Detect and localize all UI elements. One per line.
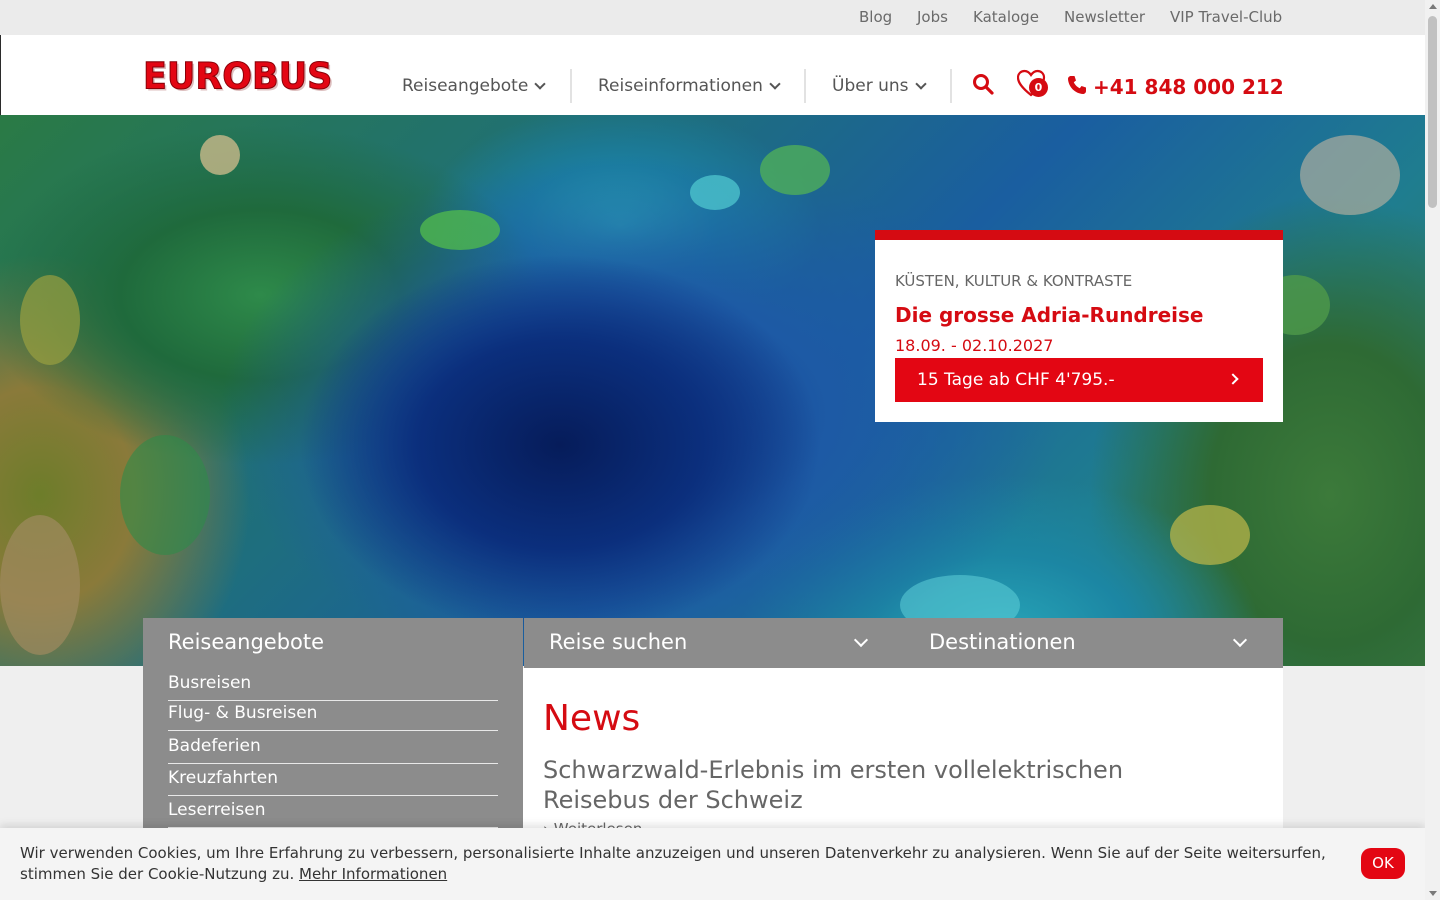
scroll-down-icon[interactable]	[1429, 891, 1437, 896]
page-scrollbar[interactable]	[1425, 0, 1440, 900]
chevron-down-icon	[853, 632, 869, 648]
chevron-right-icon	[1227, 373, 1239, 385]
tab-destinationen[interactable]: Destinationen	[904, 618, 1283, 668]
utility-bar: Blog Jobs Kataloge Newsletter VIP Travel…	[0, 0, 1425, 35]
news-heading: News	[543, 698, 641, 739]
cookie-banner: Wir verwenden Cookies, um Ihre Erfahrung…	[0, 828, 1425, 900]
chevron-down-icon	[914, 77, 927, 90]
tab-label: Reise suchen	[549, 630, 688, 654]
promo-card: KÜSTEN, KULTUR & KONTRASTE Die grosse Ad…	[875, 230, 1283, 422]
chevron-down-icon	[769, 77, 781, 90]
scrollbar-thumb[interactable]	[1428, 16, 1437, 208]
topbar-link-kataloge[interactable]: Kataloge	[973, 8, 1039, 26]
offer-item-badeferien[interactable]: Badeferien	[168, 731, 498, 764]
topbar-link-blog[interactable]: Blog	[859, 8, 892, 26]
nav-divider	[950, 69, 952, 103]
chevron-down-icon	[1232, 632, 1248, 648]
eurobus-logo[interactable]: EUROBUS	[142, 55, 332, 98]
wishlist-count-badge: 0	[1029, 78, 1048, 97]
promo-date: 18.09. - 02.10.2027	[895, 336, 1054, 355]
nav-ueber-uns[interactable]: Über uns	[832, 76, 927, 96]
offer-item-kreuzfahrten[interactable]: Kreuzfahrten	[168, 763, 498, 796]
promo-title[interactable]: Die grosse Adria-Rundreise	[895, 303, 1204, 327]
chevron-down-icon	[534, 77, 546, 90]
nav-label: Reiseinformationen	[598, 76, 763, 96]
topbar-link-jobs[interactable]: Jobs	[917, 8, 948, 26]
scroll-up-icon[interactable]	[1429, 4, 1437, 9]
offer-item-leserreisen[interactable]: Leserreisen	[168, 795, 498, 828]
cookie-ok-button[interactable]: OK	[1361, 848, 1405, 879]
topbar-link-vip-travel-club[interactable]: VIP Travel-Club	[1170, 8, 1282, 26]
nav-reiseangebote[interactable]: Reiseangebote	[402, 76, 546, 96]
nav-label: Reiseangebote	[402, 76, 529, 96]
nav-divider	[804, 69, 806, 103]
promo-cta-button[interactable]: 15 Tage ab CHF 4'795.-	[895, 358, 1263, 402]
promo-eyebrow: KÜSTEN, KULTUR & KONTRASTE	[895, 272, 1133, 290]
cookie-text: Wir verwenden Cookies, um Ihre Erfahrung…	[20, 843, 1340, 885]
nav-reiseinformationen[interactable]: Reiseinformationen	[598, 76, 781, 96]
promo-cta-label: 15 Tage ab CHF 4'795.-	[917, 370, 1115, 390]
offer-item-busreisen[interactable]: Busreisen	[168, 668, 498, 701]
phone-icon	[1068, 76, 1086, 94]
news-headline[interactable]: Schwarzwald-Erlebnis im ersten vollelekt…	[543, 755, 1223, 815]
cookie-more-info-link[interactable]: Mehr Informationen	[299, 865, 447, 883]
nav-divider	[570, 69, 572, 103]
tab-label: Destinationen	[929, 630, 1076, 654]
offer-item-flug-busreisen[interactable]: Flug- & Busreisen	[168, 698, 498, 731]
nav-label: Über uns	[832, 76, 909, 96]
search-icon[interactable]	[972, 73, 994, 95]
cookie-message: Wir verwenden Cookies, um Ihre Erfahrung…	[20, 844, 1326, 883]
offers-panel-title: Reiseangebote	[168, 630, 325, 654]
phone-number[interactable]: +41 848 000 212	[1093, 75, 1284, 99]
topbar-link-newsletter[interactable]: Newsletter	[1064, 8, 1145, 26]
tab-reise-suchen[interactable]: Reise suchen	[524, 618, 904, 668]
